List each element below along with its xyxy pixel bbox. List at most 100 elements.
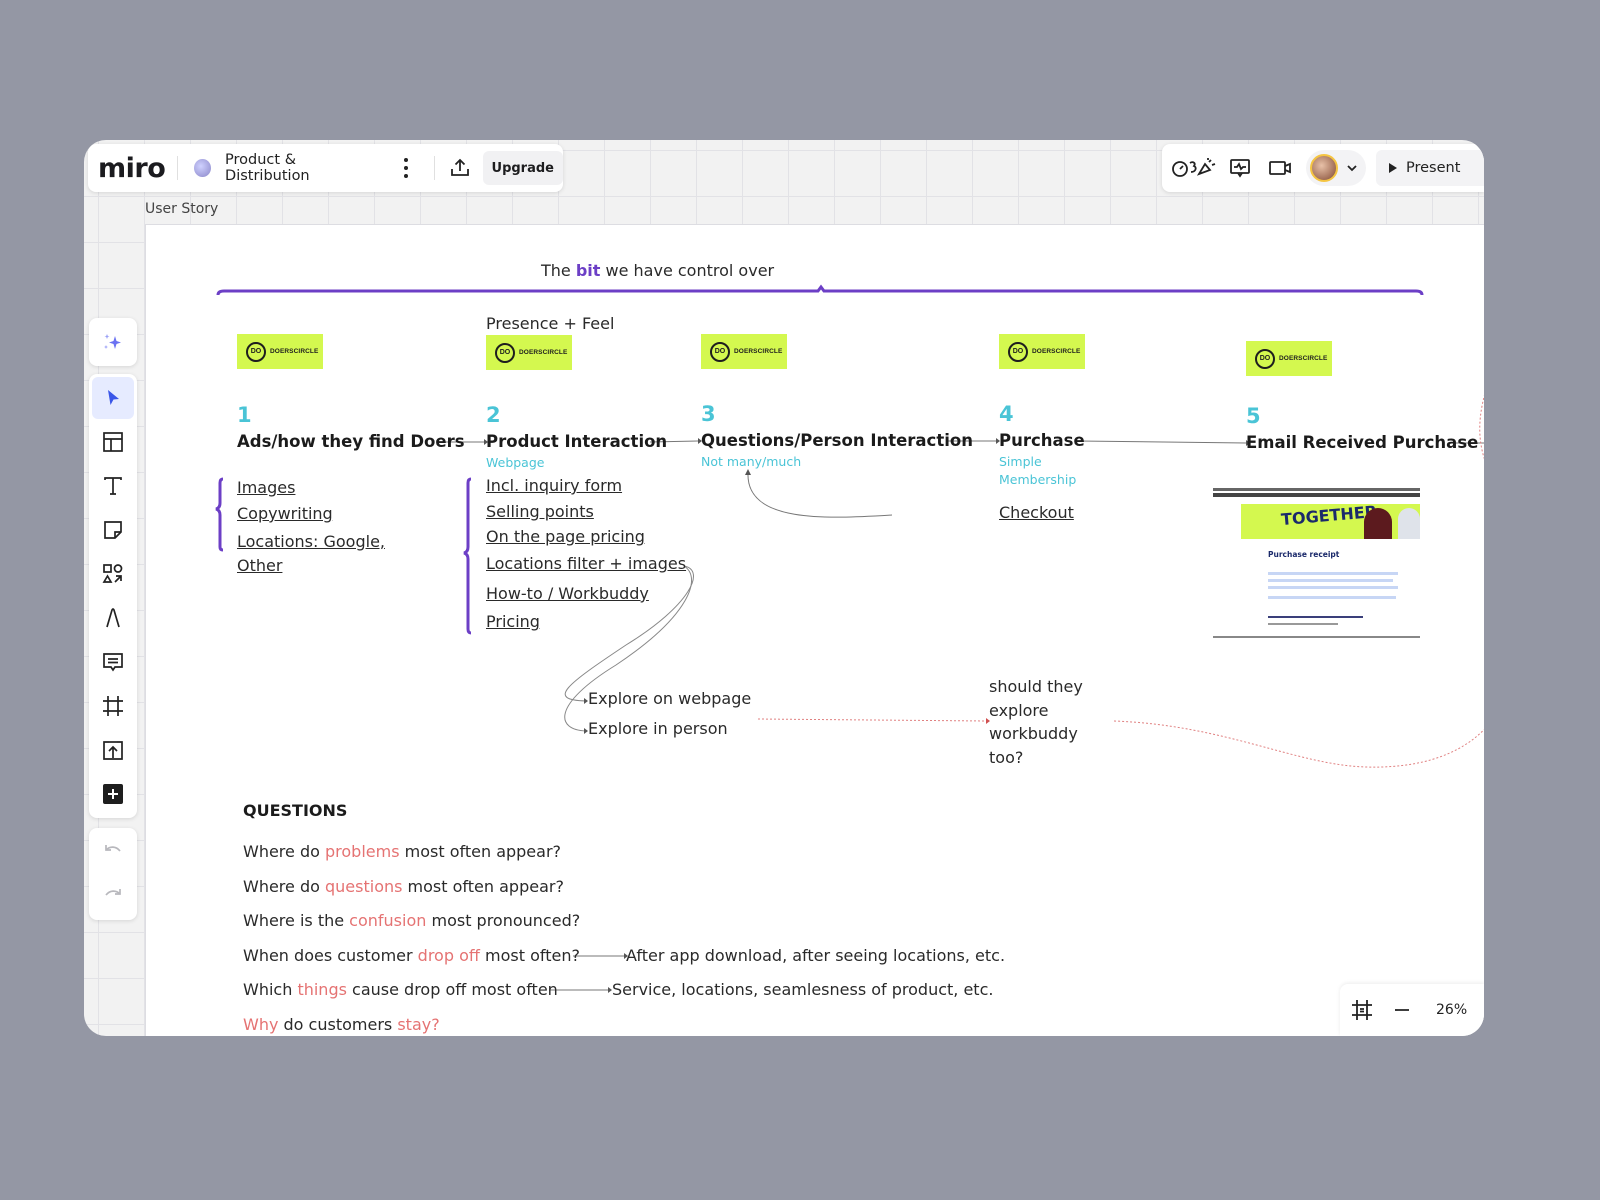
q-highlight: questions <box>325 877 403 896</box>
collaborators-button[interactable] <box>1306 150 1366 186</box>
list-item[interactable]: Images <box>237 478 295 497</box>
browser-urlbar <box>1213 493 1420 497</box>
question-row[interactable]: Why do customers stay? <box>243 1015 440 1034</box>
doerscircle-logo-card[interactable]: DO DOERSCIRCLE <box>999 334 1085 369</box>
connector-curve-questions <box>747 472 893 518</box>
pen-icon <box>106 608 120 628</box>
frame-tool[interactable] <box>92 685 134 727</box>
top-left-toolbar: miro Product & Distribution Upgrade <box>88 144 563 192</box>
shapes-tool[interactable] <box>92 553 134 595</box>
upload-tool[interactable] <box>92 729 134 771</box>
question-answer[interactable]: Service, locations, seamlesness of produ… <box>612 980 993 999</box>
workbuddy-question[interactable]: should they explore workbuddy too? <box>989 675 1083 769</box>
redo-button[interactable] <box>92 875 134 917</box>
fit-to-screen-button[interactable] <box>1342 992 1382 1028</box>
logo-name: DOERSCIRCLE <box>519 349 568 356</box>
ai-assist-button[interactable] <box>92 321 134 363</box>
text-icon <box>104 477 122 495</box>
list-item[interactable]: Selling points <box>486 502 594 521</box>
more-options-button[interactable] <box>397 154 416 182</box>
q-text: Where do <box>243 842 325 861</box>
receipt-bottom-bar <box>1213 636 1420 638</box>
question-row[interactable]: When does customer drop off most often? <box>243 946 580 965</box>
video-call-button[interactable] <box>1260 150 1300 186</box>
frame-icon <box>103 696 123 716</box>
q-highlight: Why <box>243 1015 279 1034</box>
step-title[interactable]: Questions/Person Interaction <box>701 431 973 450</box>
list-item[interactable]: On the page pricing <box>486 527 645 546</box>
pen-tool[interactable] <box>92 597 134 639</box>
video-camera-icon <box>1269 161 1291 175</box>
zoom-out-button[interactable] <box>1382 992 1422 1028</box>
q-text: most pronounced? <box>426 911 581 930</box>
logo-name: DOERSCIRCLE <box>734 348 783 355</box>
control-bracket-line <box>216 284 1424 296</box>
question-row[interactable]: Which things cause drop off most often <box>243 980 558 999</box>
logo-name: DOERSCIRCLE <box>1032 348 1081 355</box>
dotted-connector-workbuddy <box>757 718 987 722</box>
doerscircle-logo-card[interactable]: DO DOERSCIRCLE <box>486 335 572 370</box>
question-line: should they <box>989 677 1083 696</box>
question-row[interactable]: Where is the confusion most pronounced? <box>243 911 580 930</box>
frame-title[interactable]: User Story <box>145 201 218 217</box>
sparkle-ai-icon <box>104 334 121 349</box>
question-line: workbuddy <box>989 724 1078 743</box>
activity-button[interactable] <box>1220 150 1260 186</box>
doerscircle-logo-card[interactable]: DO DOERSCIRCLE <box>237 334 323 369</box>
receipt-line <box>1268 586 1398 589</box>
step-subtitle: Webpage <box>486 455 545 470</box>
list-item[interactable]: Incl. inquiry form <box>486 476 622 495</box>
branch-item[interactable]: Explore in person <box>588 719 728 738</box>
list-item[interactable]: Locations: Google, <box>237 532 385 551</box>
activity-chat-icon <box>1230 159 1250 178</box>
step-title[interactable]: Product Interaction <box>486 432 667 451</box>
board-emoji-icon[interactable] <box>194 159 212 177</box>
q-highlight: stay? <box>397 1015 440 1034</box>
receipt-screenshot[interactable]: TOGETHER Purchase receipt <box>1213 488 1420 638</box>
list-item[interactable]: Copywriting <box>237 504 333 523</box>
present-button[interactable]: Present <box>1376 150 1484 186</box>
step-title[interactable]: Purchase <box>999 431 1085 450</box>
control-header: The bit we have control over <box>541 261 774 280</box>
do-logo-mark: DO <box>710 341 730 362</box>
upgrade-button[interactable]: Upgrade <box>482 151 563 185</box>
doerscircle-logo-card[interactable]: DO DOERSCIRCLE <box>701 334 787 369</box>
branch-item[interactable]: Explore on webpage <box>588 689 751 708</box>
step-title[interactable]: Ads/how they find Doers <box>237 432 465 451</box>
divider <box>177 156 179 180</box>
header-text-pre: The <box>541 261 576 280</box>
step-subtitle-line: Simple <box>999 454 1042 469</box>
board-title[interactable]: Product & Distribution <box>225 152 375 184</box>
list-item[interactable]: Pricing <box>486 612 540 631</box>
share-button[interactable] <box>446 153 474 183</box>
question-answer[interactable]: After app download, after seeing locatio… <box>626 946 1005 965</box>
question-row[interactable]: Where do problems most often appear? <box>243 842 561 861</box>
undo-button[interactable] <box>92 831 134 873</box>
doerscircle-logo-card[interactable]: DO DOERSCIRCLE <box>1246 341 1332 376</box>
user-avatar[interactable] <box>1310 154 1338 182</box>
receipt-line <box>1268 596 1396 599</box>
step-number: 3 <box>701 402 716 426</box>
q-text: most often appear? <box>399 842 562 861</box>
step-title[interactable]: Email Received Purchase <box>1246 433 1478 452</box>
list-item[interactable]: Checkout <box>999 503 1074 522</box>
more-apps-button[interactable] <box>92 773 134 815</box>
select-tool[interactable] <box>92 377 134 419</box>
reactions-button[interactable] <box>1168 150 1220 186</box>
header-highlight: bit <box>575 261 601 280</box>
present-label: Present <box>1406 160 1461 176</box>
list-item[interactable]: Locations filter + images <box>486 554 686 573</box>
sticky-note-tool[interactable] <box>92 509 134 551</box>
text-tool[interactable] <box>92 465 134 507</box>
do-logo-mark: DO <box>1255 348 1275 369</box>
play-icon <box>1389 163 1397 173</box>
templates-tool[interactable] <box>92 421 134 463</box>
comment-tool[interactable] <box>92 641 134 683</box>
q-text: do customers <box>278 1015 398 1034</box>
list-item[interactable]: Other <box>237 556 282 575</box>
question-row[interactable]: Where do questions most often appear? <box>243 877 564 896</box>
list-item[interactable]: How-to / Workbuddy <box>486 584 649 603</box>
q-text: Where is the <box>243 911 350 930</box>
miro-logo[interactable]: miro <box>98 153 166 184</box>
zoom-level[interactable]: 26% <box>1436 1002 1467 1018</box>
